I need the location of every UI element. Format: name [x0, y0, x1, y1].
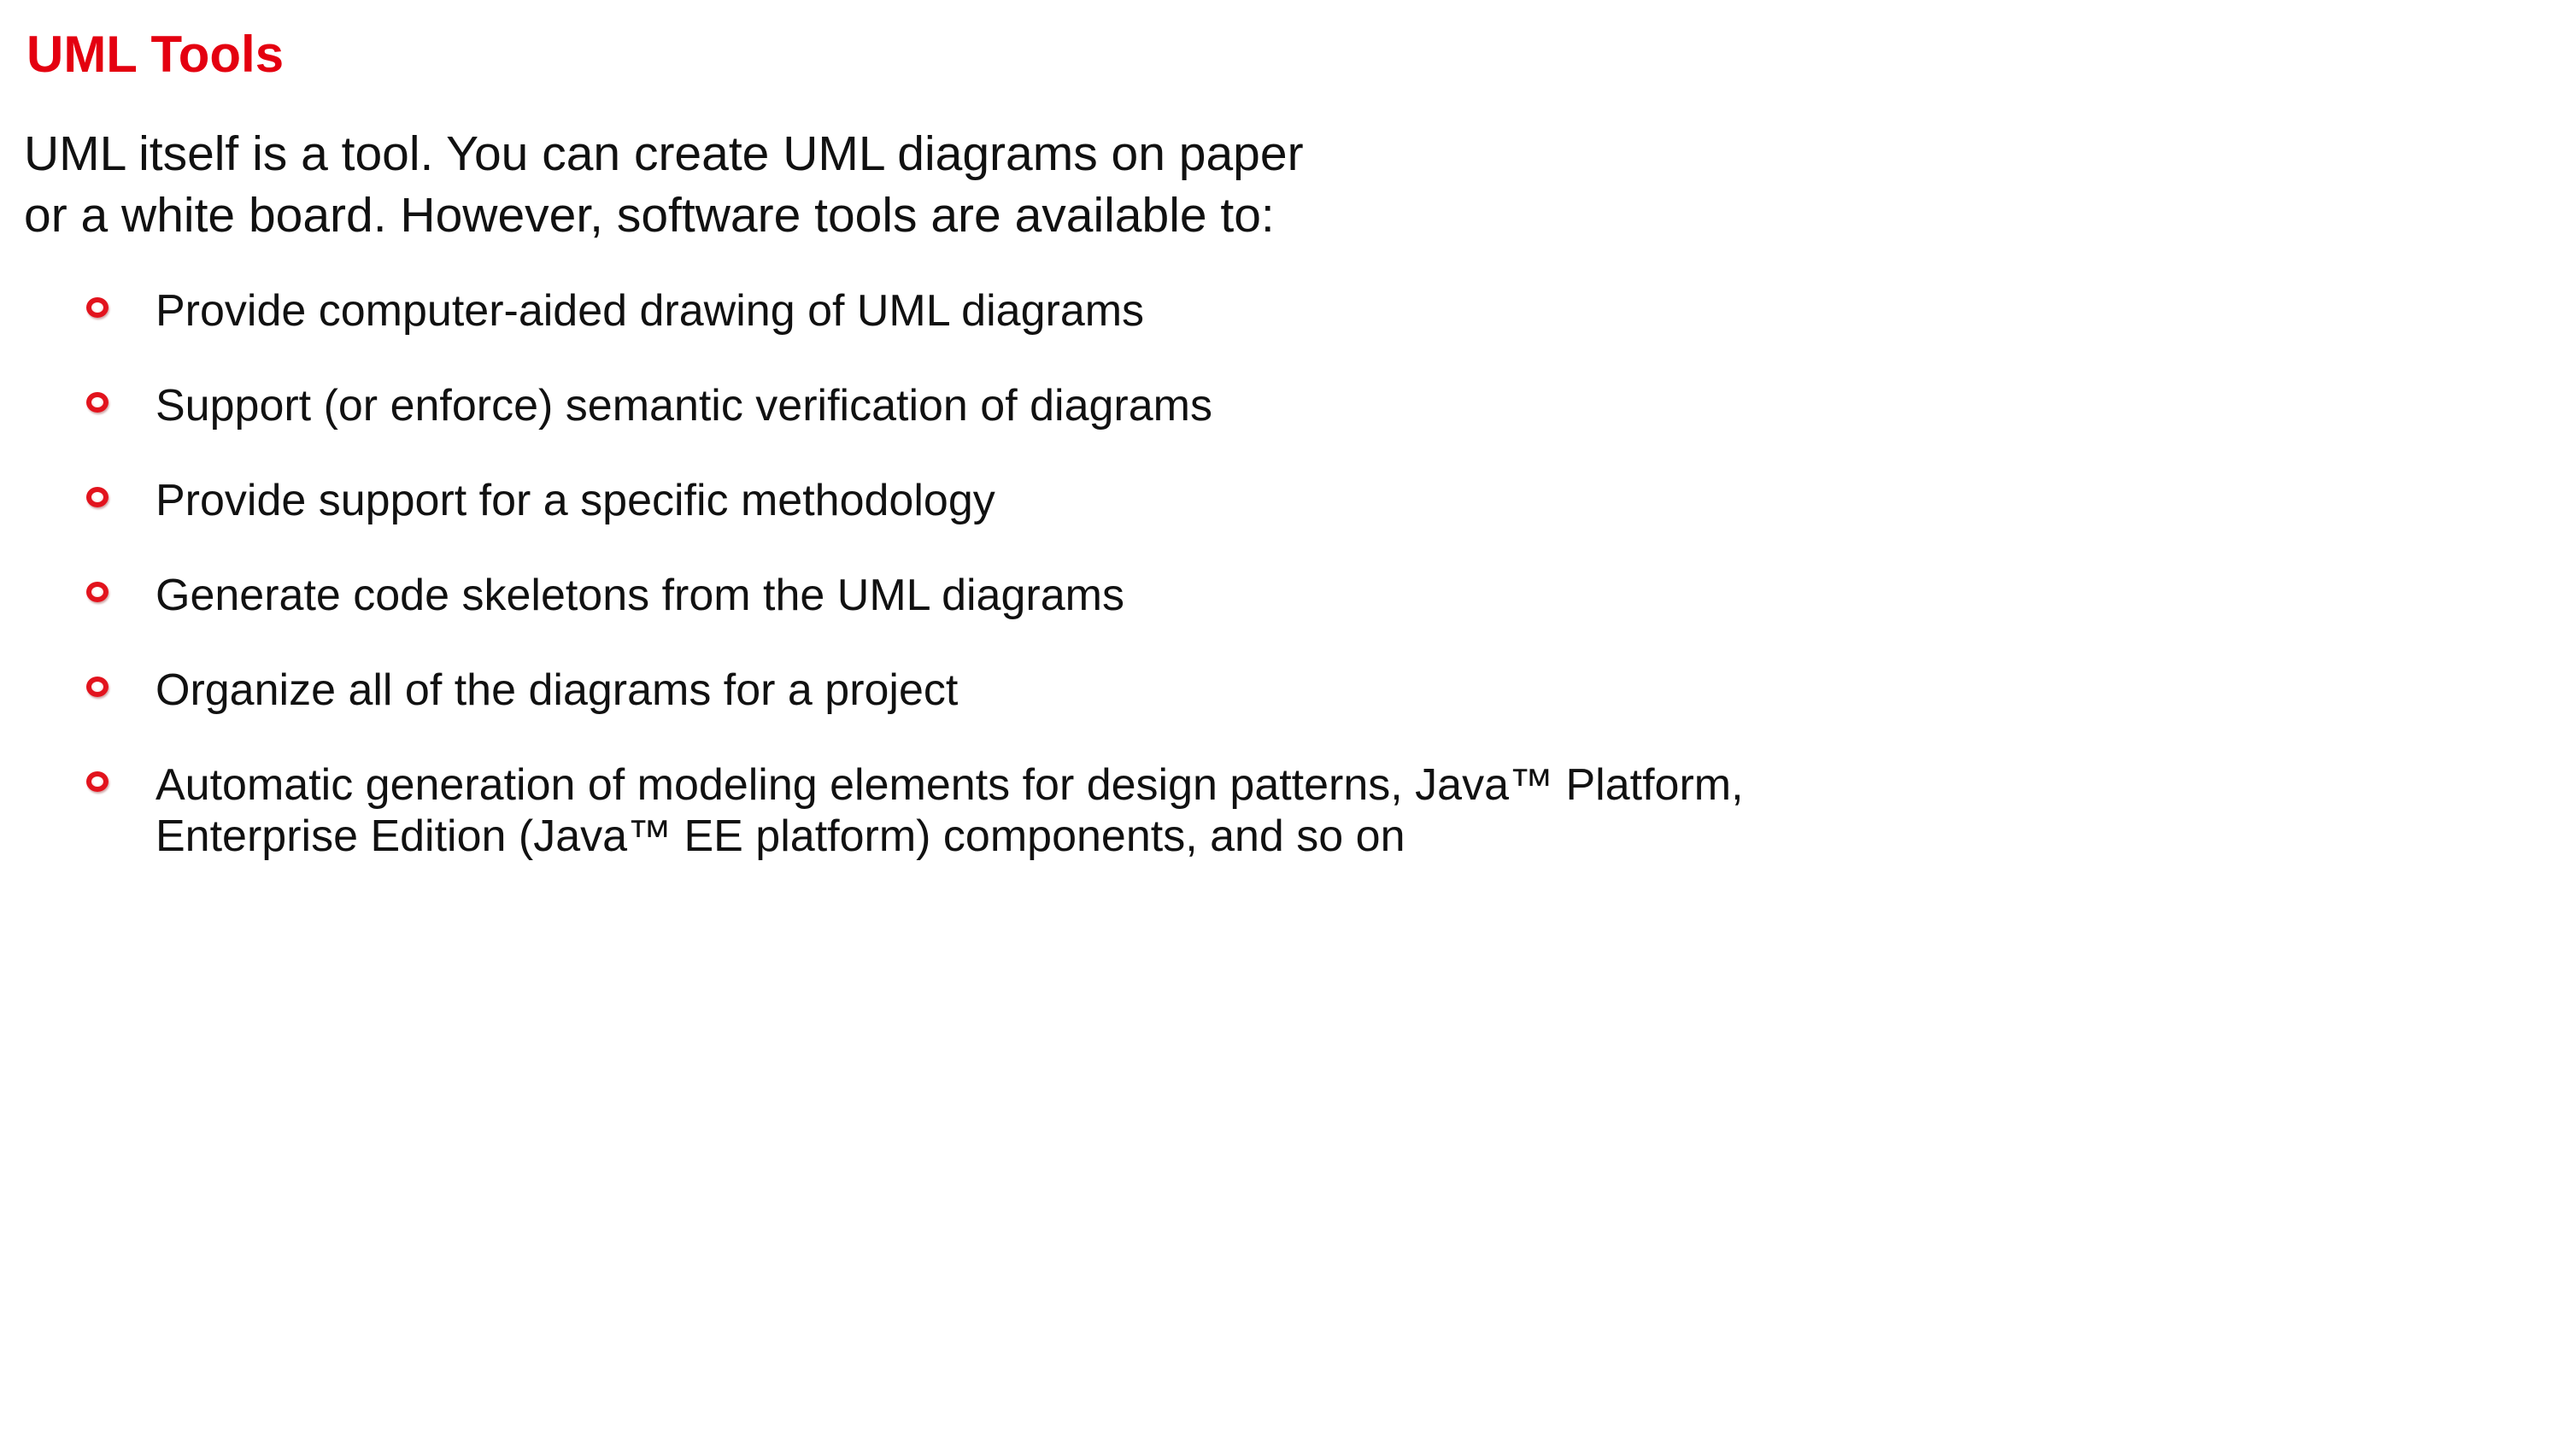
- bullet-text: Organize all of the diagrams for a proje…: [155, 665, 959, 715]
- red-ring-bullet-icon: [86, 677, 109, 697]
- red-ring-bullet-icon: [86, 771, 109, 792]
- slide: UML Tools UML itself is a tool. You can …: [0, 0, 2576, 1453]
- bullet-item: Provide computer-aided drawing of UML di…: [0, 285, 2221, 337]
- bullet-item: Provide support for a specific methodolo…: [0, 475, 2221, 526]
- bullet-text: Support (or enforce) semantic verificati…: [155, 381, 1212, 431]
- bullet-text: Generate code skeletons from the UML dia…: [155, 571, 1124, 620]
- bullet-item: Generate code skeletons from the UML dia…: [0, 570, 2221, 621]
- red-ring-bullet-icon: [86, 487, 109, 507]
- red-ring-bullet-icon: [86, 297, 109, 318]
- bullet-item: Support (or enforce) semantic verificati…: [0, 380, 2221, 431]
- intro-text: UML itself is a tool. You can create UML…: [24, 126, 1304, 243]
- bullet-item: Automatic generation of modeling element…: [0, 759, 2221, 862]
- bullet-text: Provide computer-aided drawing of UML di…: [155, 286, 1145, 336]
- intro-paragraph: UML itself is a tool. You can create UML…: [24, 123, 1476, 246]
- bullet-text: Automatic generation of modeling element…: [155, 760, 1744, 861]
- slide-title: UML Tools: [26, 26, 285, 83]
- bullet-text: Provide support for a specific methodolo…: [155, 476, 995, 525]
- bullet-list: Provide computer-aided drawing of UML di…: [0, 285, 2221, 905]
- bullet-item: Organize all of the diagrams for a proje…: [0, 665, 2221, 716]
- red-ring-bullet-icon: [86, 582, 109, 602]
- red-ring-bullet-icon: [86, 392, 109, 413]
